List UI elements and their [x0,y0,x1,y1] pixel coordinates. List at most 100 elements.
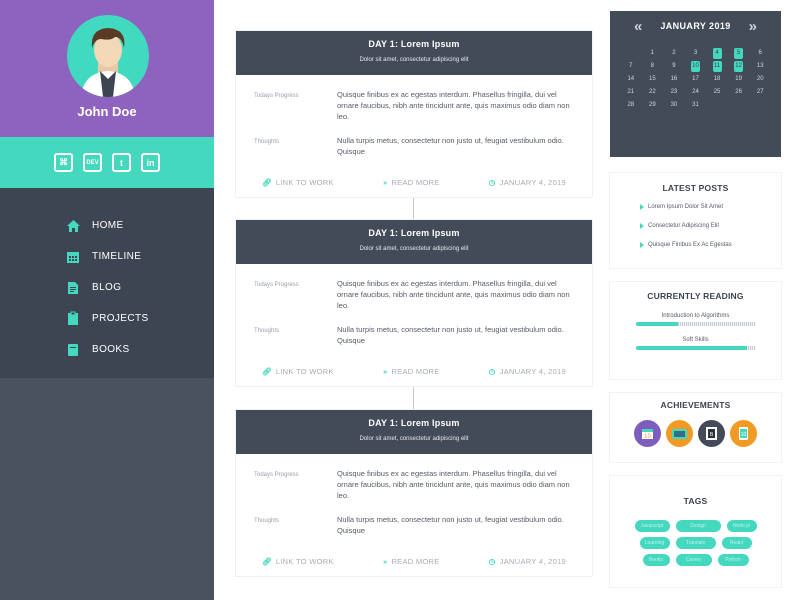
double-chevron-right-icon: » [382,556,388,566]
calendar-badge-icon[interactable]: 10 [634,420,661,447]
calendar-day[interactable]: 7 [620,61,642,72]
nav-item-timeline[interactable]: TIMELINE [0,241,214,272]
card-subtitle: Dolor sit amet, consectetur adipiscing e… [359,246,469,252]
nav-item-projects[interactable]: PROJECTS [0,303,214,334]
tag[interactable]: Design [675,520,721,532]
date-label: JANUARY 4, 2019 [499,177,566,187]
double-chevron-left-icon[interactable]: « [634,18,642,35]
calendar-day[interactable]: 11 [712,61,722,72]
tag[interactable]: React [721,537,752,549]
calendar-day[interactable]: 26 [728,87,750,98]
post-link[interactable]: Consectetur Adipiscing Elit [610,221,781,231]
card-title: DAY 1: Lorem Ipsum [368,418,460,428]
calendar-day[interactable]: 19 [728,74,750,85]
calendar-day[interactable]: 2 [663,48,685,59]
nav-item-blog[interactable]: BLOG [0,272,214,303]
progress-row: Todays Progress Quisque finibus ex ac eg… [236,89,592,122]
card-date: ◷ JANUARY 4, 2019 [489,555,566,567]
link-to-work[interactable]: 🔗︎ LINK TO WORK [262,176,334,188]
main-nav: HOME TIMELINE BLOG PROJECTS BOOKS [0,188,214,378]
clipboard-icon [65,311,81,327]
calendar-day[interactable]: 16 [663,74,685,85]
tag[interactable]: Python [717,554,749,566]
currently-reading-widget: CURRENTLY READING Introduction to Algori… [610,282,781,379]
link-to-work[interactable]: 🔗︎ LINK TO WORK [262,555,334,567]
tag-list: Javascript Design Node.js Learning Tutor… [610,506,781,566]
nav-item-books[interactable]: BOOKS [0,334,214,365]
tag[interactable]: Learning [639,537,670,549]
calendar-day[interactable]: 12 [734,61,744,72]
calendar-day[interactable]: 5 [734,48,744,59]
github-icon[interactable]: ⌘ [54,153,73,172]
calendar-day[interactable]: 20 [749,74,771,85]
triangle-right-icon [640,242,644,248]
calendar-day[interactable]: 29 [642,100,664,111]
calendar-day[interactable]: 10 [690,61,700,72]
twitter-icon[interactable]: t [112,153,131,172]
read-more-link[interactable]: » READ MORE [383,176,440,188]
post-link[interactable]: Quisque Finibus Ex Ac Egestas [610,240,781,250]
calendar-day[interactable]: 3 [685,48,707,59]
card-title: DAY 1: Lorem Ipsum [368,39,460,49]
read-more-link[interactable]: » READ MORE [383,365,440,377]
calendar-day[interactable]: 28 [620,100,642,111]
calendar-day[interactable]: 30 [663,100,685,111]
calendar-day[interactable]: 15 [642,74,664,85]
link-to-work[interactable]: 🔗︎ LINK TO WORK [262,365,334,377]
book-icon [65,342,81,358]
thoughts-row: Thoughts Nulla turpis metus, consectetur… [236,135,592,157]
calendar-day[interactable]: 9 [663,61,685,72]
double-chevron-right-icon: » [382,177,388,187]
dev-icon[interactable]: DEV [83,153,102,172]
calendar-day[interactable]: 17 [685,74,707,85]
calendar-day[interactable]: 6 [749,48,771,59]
calendar-day[interactable]: 1 [642,48,664,59]
link-icon: 🔗︎ [262,177,272,187]
clock-icon: ◷ [488,366,496,376]
book-title: Soft Skills [682,337,709,343]
calendar-day[interactable]: 13 [749,61,771,72]
progress-label: Todays Progress [254,282,299,288]
book-title: Introduction to Algorithms [661,313,730,319]
clock-icon: ◷ [488,556,496,566]
calendar-day[interactable]: 8 [642,61,664,72]
tablet-badge-icon[interactable]: 10 [730,420,757,447]
card-date: ◷ JANUARY 4, 2019 [489,365,566,377]
read-more-link[interactable]: » READ MORE [383,555,440,567]
calendar-day[interactable]: 21 [620,87,642,98]
ticket-badge-icon[interactable] [666,420,693,447]
triangle-right-icon [640,204,644,210]
calendar-day[interactable]: 31 [685,100,707,111]
book-badge-icon[interactable]: B [698,420,725,447]
calendar-widget: « JANUARY 2019 » 1 2 3 4 5 6 7 8 9 10 11 12 13 14 15 16… [610,11,781,157]
post-title: Lorem Ipsum Dolor Sit Amet [648,204,724,210]
thoughts-label: Thoughts [254,139,280,145]
tag[interactable]: Career [675,554,712,566]
calendar-header: « JANUARY 2019 » [610,11,781,41]
calendar-day[interactable]: 25 [706,87,728,98]
double-chevron-right-icon[interactable]: » [749,18,757,35]
avatar[interactable] [67,15,149,97]
calendar-day[interactable]: 27 [749,87,771,98]
card-header: DAY 1: Lorem Ipsum Dolor sit amet, conse… [236,31,592,75]
nav-label: BOOKS [92,344,130,355]
calendar-day[interactable]: 18 [706,74,728,85]
calendar-day[interactable]: 24 [685,87,707,98]
linkedin-icon[interactable]: in [141,153,160,172]
tag[interactable]: Tutorials [675,537,716,549]
calendar-day[interactable]: 23 [663,87,685,98]
svg-text:10: 10 [741,432,747,438]
tag[interactable]: Javascript [634,520,670,532]
badge-list: 10 B 10 [610,420,781,447]
tag[interactable]: Books [642,554,670,566]
post-link[interactable]: Lorem Ipsum Dolor Sit Amet [610,202,781,212]
calendar-day[interactable]: 4 [712,48,722,59]
card-subtitle: Dolor sit amet, consectetur adipiscing e… [359,436,469,442]
calendar-day[interactable]: 14 [620,74,642,85]
currently-reading-title: CURRENTLY READING [647,291,744,301]
tag[interactable]: Node.js [726,520,757,532]
nav-item-home[interactable]: HOME [0,210,214,241]
calendar-day[interactable]: 22 [642,87,664,98]
achievements-title: ACHIEVEMENTS [660,400,731,410]
calendar-icon [65,249,81,265]
